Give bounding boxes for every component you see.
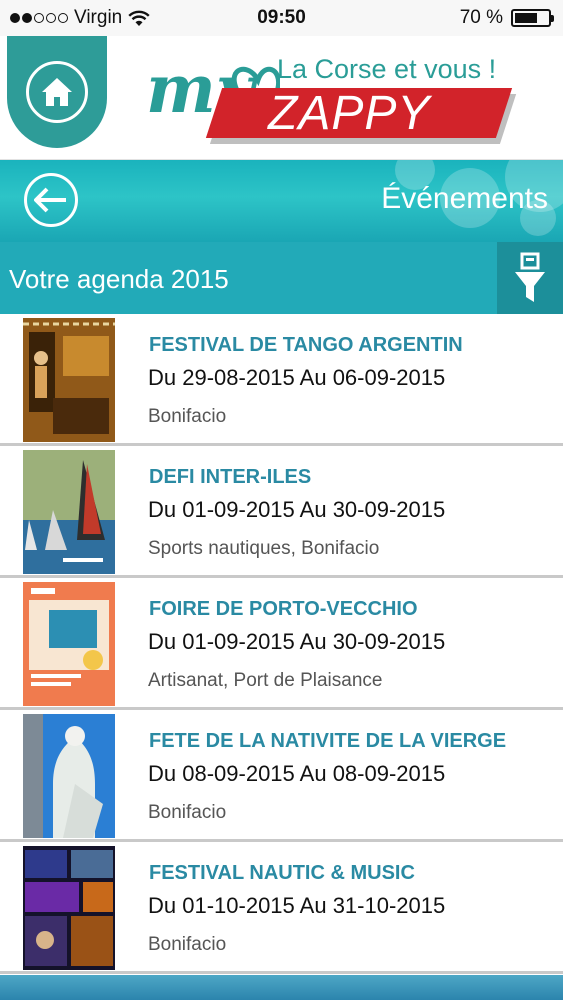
battery-group: 70 % bbox=[459, 7, 554, 29]
event-title: FOIRE DE PORTO-VECCHIO bbox=[149, 598, 418, 620]
event-title: FESTIVAL DE TANGO ARGENTIN bbox=[149, 334, 463, 356]
event-item[interactable]: FETE DE LA NATIVITE DE LA VIERGE Du 08-0… bbox=[0, 710, 563, 842]
event-list: FESTIVAL DE TANGO ARGENTIN Du 29-08-2015… bbox=[0, 314, 563, 974]
home-icon bbox=[26, 61, 88, 123]
event-dates: Du 29-08-2015 Au 06-09-2015 bbox=[148, 365, 446, 390]
event-title: DEFI INTER-ILES bbox=[149, 466, 312, 488]
event-thumbnail bbox=[23, 318, 115, 442]
event-thumbnail bbox=[23, 714, 115, 838]
event-place: Artisanat, Port de Plaisance bbox=[148, 670, 383, 691]
event-item[interactable]: FESTIVAL NAUTIC & MUSIC Du 01-10-2015 Au… bbox=[0, 842, 563, 974]
event-place: Bonifacio bbox=[148, 802, 227, 823]
event-title: FESTIVAL NAUTIC & MUSIC bbox=[149, 862, 415, 884]
logo-tagline: La Corse et vous ! bbox=[277, 54, 497, 84]
event-place: Sports nautiques, Bonifacio bbox=[148, 538, 380, 559]
app-logo: my ZAPPY La Corse et vous ! bbox=[140, 50, 520, 150]
event-item[interactable]: DEFI INTER-ILES Du 01-09-2015 Au 30-09-2… bbox=[0, 446, 563, 578]
event-place: Bonifacio bbox=[148, 934, 227, 955]
event-title: FETE DE LA NATIVITE DE LA VIERGE bbox=[149, 730, 507, 752]
filter-button[interactable] bbox=[497, 242, 563, 314]
page-title: Événements bbox=[381, 182, 548, 215]
event-thumbnail bbox=[23, 450, 115, 574]
back-arrow-icon bbox=[34, 187, 66, 213]
event-item[interactable]: FESTIVAL DE TANGO ARGENTIN Du 29-08-2015… bbox=[0, 314, 563, 446]
app-header: my ZAPPY La Corse et vous ! bbox=[0, 36, 563, 160]
event-dates: Du 01-10-2015 Au 31-10-2015 bbox=[148, 893, 446, 918]
battery-fill bbox=[515, 13, 538, 23]
home-button[interactable] bbox=[7, 36, 107, 148]
event-place: Bonifacio bbox=[148, 406, 227, 427]
agenda-bar: Votre agenda 2015 bbox=[0, 242, 563, 314]
section-banner: Événements bbox=[0, 160, 563, 242]
event-dates: Du 01-09-2015 Au 30-09-2015 bbox=[148, 497, 446, 522]
event-item[interactable]: FOIRE DE PORTO-VECCHIO Du 01-09-2015 Au … bbox=[0, 578, 563, 710]
agenda-title: Votre agenda 2015 bbox=[9, 264, 229, 294]
event-thumbnail bbox=[23, 582, 115, 706]
bottom-decor bbox=[0, 975, 563, 1000]
filter-icon bbox=[515, 252, 545, 302]
event-dates: Du 08-09-2015 Au 08-09-2015 bbox=[148, 761, 446, 786]
event-dates: Du 01-09-2015 Au 30-09-2015 bbox=[148, 629, 446, 654]
status-bar: Virgin 09:50 70 % bbox=[0, 0, 563, 36]
battery-percent: 70 % bbox=[459, 7, 503, 28]
event-thumbnail bbox=[23, 846, 115, 970]
logo-brand: ZAPPY bbox=[268, 87, 431, 140]
back-button[interactable] bbox=[24, 173, 78, 227]
battery-icon bbox=[511, 9, 554, 27]
